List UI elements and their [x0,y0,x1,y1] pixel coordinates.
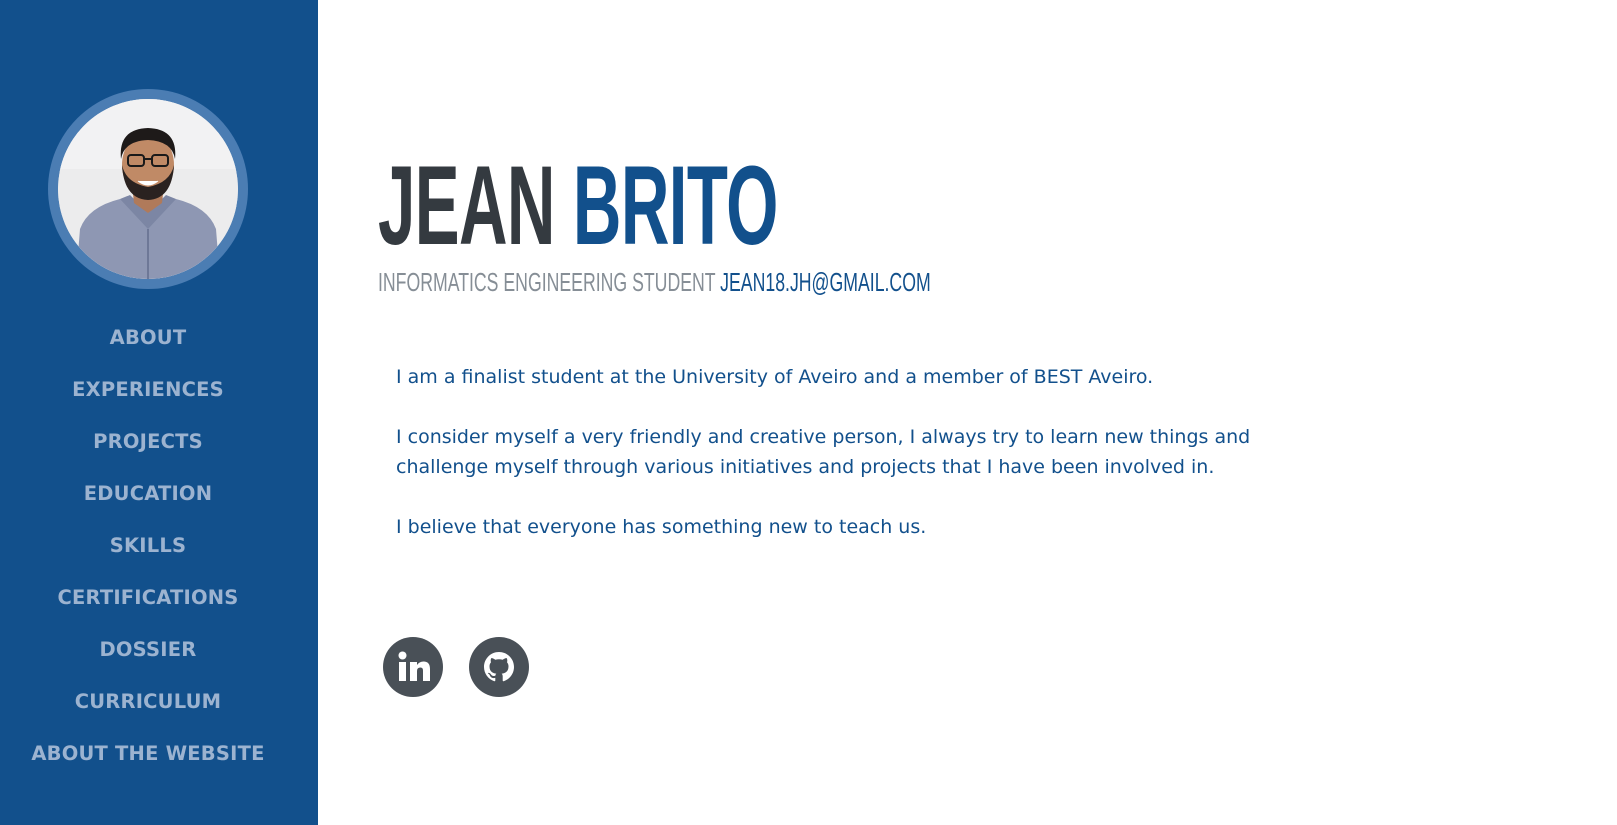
role-text: INFORMATICS ENGINEERING STUDENT [378,267,716,297]
avatar [58,99,238,279]
subheading: INFORMATICS ENGINEERING STUDENT JEAN18.J… [378,268,931,296]
avatar-photo [58,99,238,279]
nav-link-skills[interactable]: SKILLS [110,534,187,557]
nav-link-projects[interactable]: PROJECTS [93,430,203,453]
nav-item-dossier: DOSSIER [0,624,296,676]
nav-item-about: ABOUT [0,312,296,364]
nav-item-projects: PROJECTS [0,416,296,468]
linkedin-icon [398,651,430,681]
first-name: JEAN [378,143,555,268]
bio-paragraph: I consider myself a very friendly and cr… [396,426,1251,478]
sidebar: ABOUT EXPERIENCES PROJECTS EDUCATION SKI… [0,0,318,825]
linkedin-button[interactable] [383,637,443,697]
nav-item-certifications: CERTIFICATIONS [0,572,296,624]
nav-link-about-the-website[interactable]: ABOUT THE WEBSITE [31,742,264,765]
page-title: JEAN BRITO [378,150,778,262]
bio: I am a finalist student at the Universit… [396,362,1336,572]
nav-link-dossier[interactable]: DOSSIER [100,638,197,661]
nav-link-education[interactable]: EDUCATION [84,482,212,505]
bio-paragraph: I am a finalist student at the Universit… [396,366,1154,388]
main-content: JEAN BRITO INFORMATICS ENGINEERING STUDE… [378,0,1617,825]
github-button[interactable] [469,637,529,697]
nav-item-skills: SKILLS [0,520,296,572]
email-link[interactable]: JEAN18.JH@GMAIL.COM [720,267,931,297]
nav-item-education: EDUCATION [0,468,296,520]
nav-item-curriculum: CURRICULUM [0,676,296,728]
nav-link-about[interactable]: ABOUT [110,326,187,349]
nav-link-curriculum[interactable]: CURRICULUM [75,690,222,713]
nav-item-experiences: EXPERIENCES [0,364,296,416]
last-name: BRITO [572,143,778,268]
github-icon [484,652,514,682]
nav-link-certifications[interactable]: CERTIFICATIONS [57,586,238,609]
nav-item-about-the-website: ABOUT THE WEBSITE [0,728,296,780]
nav-link-experiences[interactable]: EXPERIENCES [72,378,224,401]
sidebar-nav: ABOUT EXPERIENCES PROJECTS EDUCATION SKI… [0,312,296,780]
avatar-ring [48,89,248,289]
page: ABOUT EXPERIENCES PROJECTS EDUCATION SKI… [0,0,1617,825]
bio-paragraph: I believe that everyone has something ne… [396,516,927,538]
